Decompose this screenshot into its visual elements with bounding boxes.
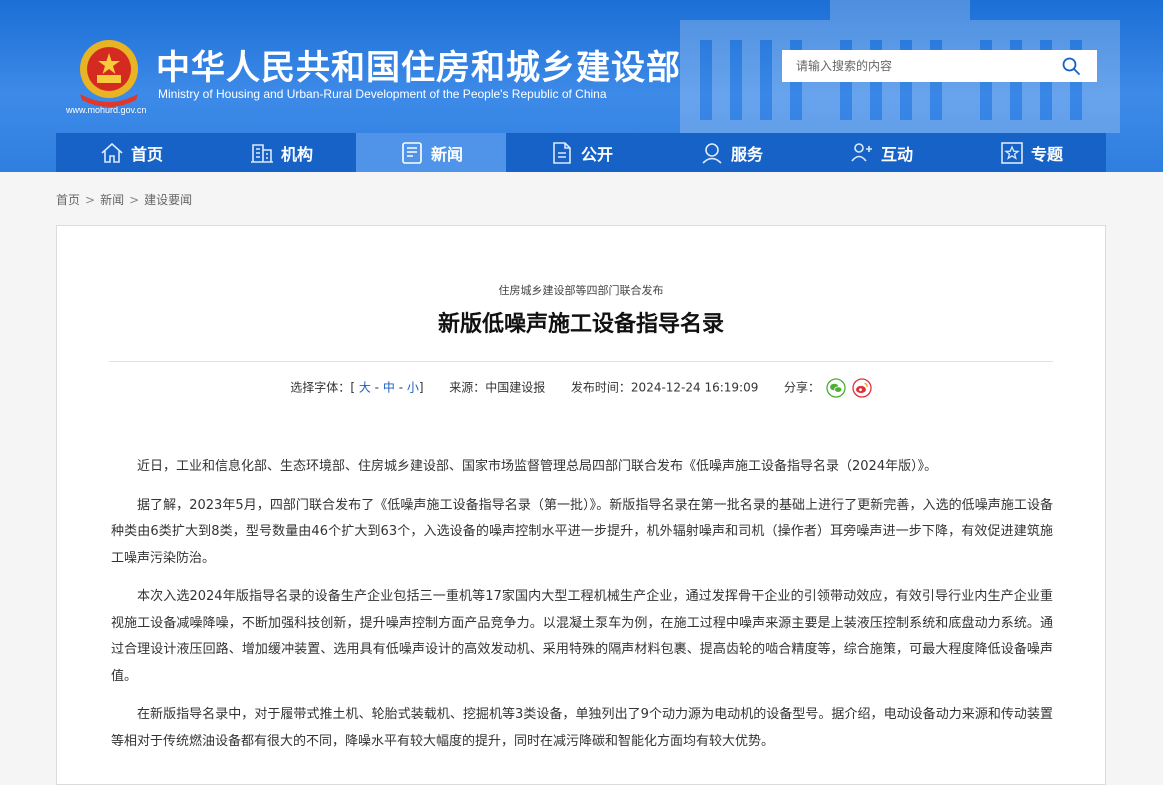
national-emblem-logo[interactable]: [66, 36, 156, 116]
font-size-label: 选择字体：: [290, 380, 351, 395]
nav-label: 机构: [280, 144, 313, 164]
home-icon: [101, 142, 123, 163]
font-medium-button[interactable]: 中: [383, 381, 395, 395]
nav-label: 首页: [130, 144, 163, 164]
source-label: 来源：: [449, 380, 486, 395]
article-card: 住房城乡建设部等四部门联合发布 新版低噪声施工设备指导名录 选择字体：[ 大 -…: [56, 225, 1106, 785]
article-paragraph: 据了解，2023年5月，四部门联合发布了《低噪声施工设备指导名录（第一批）》。新…: [111, 497, 1053, 566]
nav-item-news[interactable]: 新闻: [356, 133, 506, 172]
breadcrumb-construction-news[interactable]: 建设要闻: [144, 193, 192, 207]
publish-time-label: 发布时间：: [570, 380, 631, 395]
font-small-button[interactable]: 小: [407, 381, 419, 395]
bracket-close: ]: [418, 380, 424, 395]
nav-item-institution[interactable]: 机构: [206, 133, 356, 172]
search-box: [782, 50, 1097, 82]
site-url: www.mohurd.gov.cn: [66, 105, 147, 115]
nav-item-home[interactable]: 首页: [56, 133, 206, 172]
nav-label: 专题: [1030, 144, 1063, 164]
article-title: 新版低噪声施工设备指导名录: [437, 312, 724, 337]
article-paragraph: 本次入选2024年版指导名录的设备生产企业包括三一重机等17家国内大型工程机械生…: [111, 589, 1053, 684]
main-nav: 首页 机构 新闻 公开 服务 互动 专题: [56, 133, 1106, 172]
news-icon: [402, 141, 422, 164]
font-large-button[interactable]: 大: [359, 381, 371, 395]
search-icon[interactable]: [1061, 56, 1081, 76]
star-icon: [1001, 141, 1023, 164]
article-subtitle: 住房城乡建设部等四部门联合发布: [498, 284, 664, 297]
breadcrumb-separator: >: [129, 193, 140, 207]
breadcrumb-news[interactable]: 新闻: [100, 193, 124, 207]
article-meta: 选择字体：[ 大 - 中 - 小] 来源：中国建设报 发布时间：2024-12-…: [57, 378, 1105, 398]
share-label: 分享：: [784, 380, 821, 395]
divider: [109, 361, 1053, 362]
nav-item-service[interactable]: 服务: [656, 133, 806, 172]
bracket-open: [: [350, 380, 355, 395]
wechat-icon[interactable]: [826, 378, 846, 398]
nav-item-topics[interactable]: 专题: [956, 133, 1106, 172]
site-title-cn[interactable]: 中华人民共和国住房和城乡建设部: [156, 40, 681, 89]
search-input[interactable]: [782, 50, 1052, 82]
nav-label: 互动: [880, 144, 913, 164]
separator-dash: -: [374, 380, 380, 395]
building-icon: [250, 143, 273, 163]
document-icon: [553, 141, 571, 164]
nav-item-interaction[interactable]: 互动: [806, 133, 956, 172]
nav-item-public[interactable]: 公开: [506, 133, 656, 172]
article-paragraph: 在新版指导名录中，对于履带式推土机、轮胎式装载机、挖掘机等3类设备，单独列出了9…: [111, 707, 1053, 749]
breadcrumb-home[interactable]: 首页: [56, 193, 80, 207]
site-title-en: Ministry of Housing and Urban-Rural Deve…: [158, 87, 607, 101]
weibo-icon[interactable]: [852, 378, 872, 398]
nav-label: 新闻: [430, 144, 463, 164]
interaction-icon: [851, 142, 872, 162]
site-header: 中华人民共和国住房和城乡建设部 Ministry of Housing and …: [0, 0, 1163, 172]
article-paragraph: 近日，工业和信息化部、生态环境部、住房城乡建设部、国家市场监督管理总局四部门联合…: [137, 459, 938, 474]
breadcrumb: 首页 > 新闻 > 建设要闻: [56, 191, 192, 208]
service-icon: [702, 142, 722, 164]
nav-label: 公开: [580, 144, 613, 164]
source-value: 中国建设报: [485, 380, 546, 395]
article-body: 近日，工业和信息化部、生态环境部、住房城乡建设部、国家市场监督管理总局四部门联合…: [111, 454, 1053, 767]
breadcrumb-separator: >: [85, 193, 96, 207]
separator-dash: -: [398, 380, 404, 395]
publish-time-value: 2024-12-24 16:19:09: [630, 380, 759, 395]
nav-label: 服务: [730, 144, 763, 164]
